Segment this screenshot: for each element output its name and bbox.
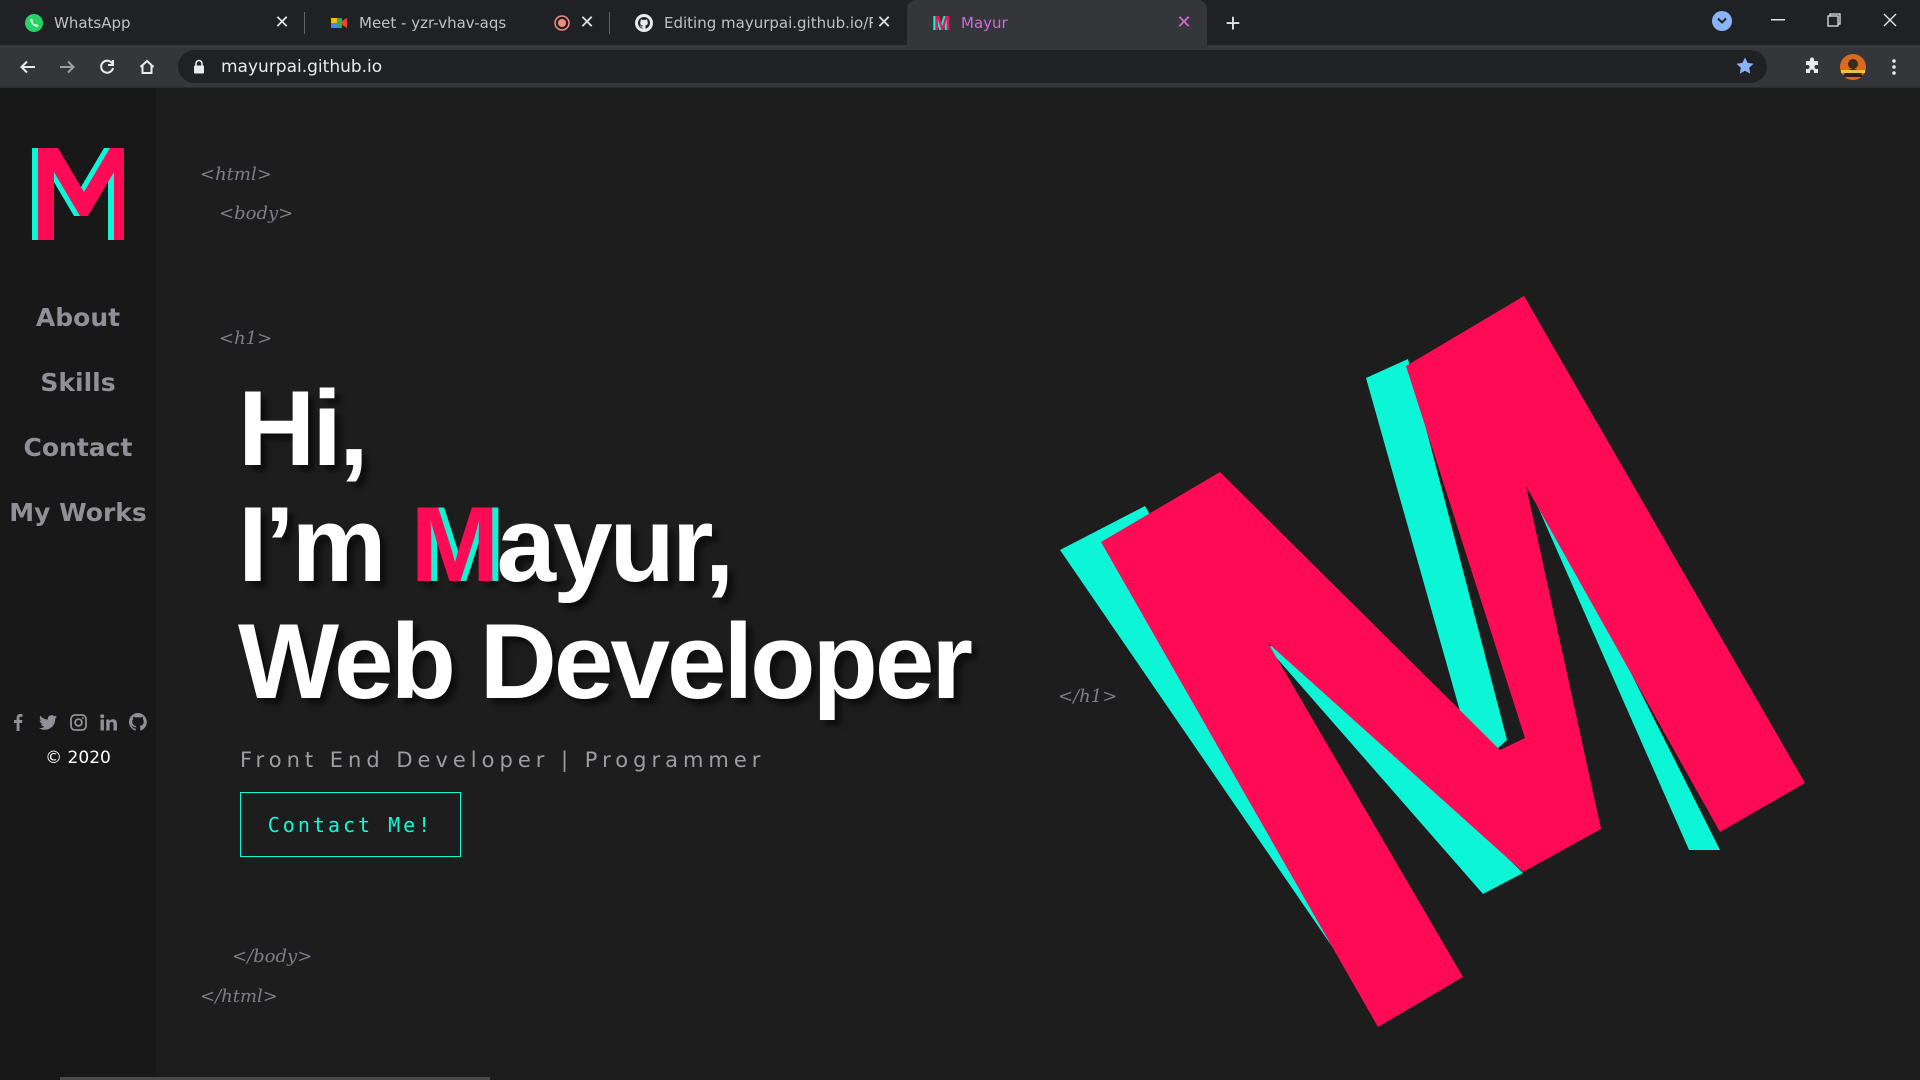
big-m-logo <box>1060 296 1805 1027</box>
tab-search-icon[interactable] <box>1712 11 1732 31</box>
html-open-tag: <html> <box>200 164 272 185</box>
html-close-tag: </html> <box>200 986 278 1007</box>
new-tab-button[interactable]: + <box>1218 8 1248 38</box>
whatsapp-icon <box>24 13 44 33</box>
lock-icon[interactable] <box>193 59 207 75</box>
nav-skills[interactable]: Skills <box>0 368 156 397</box>
hero-m-letter: M <box>410 484 499 604</box>
nav-my-works[interactable]: My Works <box>0 498 156 527</box>
avatar[interactable] <box>1838 52 1868 82</box>
sidebar: About Skills Contact My Works © 2020 <box>0 88 156 1080</box>
extensions-puzzle-icon[interactable] <box>1797 52 1827 82</box>
close-tab-icon[interactable]: ✕ <box>271 12 293 34</box>
site-logo[interactable] <box>32 148 124 240</box>
nav-contact[interactable]: Contact <box>0 433 156 462</box>
back-button[interactable] <box>13 52 43 82</box>
tab-whatsapp[interactable]: WhatsApp ✕ <box>0 0 305 45</box>
facebook-icon[interactable] <box>9 713 27 731</box>
hero-ayur: ayur, <box>496 484 734 604</box>
tab-meet[interactable]: Meet - yzr-vhav-aqs ✕ <box>305 0 610 45</box>
body-open-tag: <body> <box>219 203 294 224</box>
hero-subtitle: Front End Developer | Programmer <box>240 748 766 772</box>
tab-title: Editing mayurpai.github.io/READ <box>664 13 873 32</box>
home-button[interactable] <box>132 52 162 82</box>
linkedin-icon[interactable] <box>99 713 117 731</box>
twitter-icon[interactable] <box>39 713 57 731</box>
minimize-button[interactable] <box>1750 0 1806 40</box>
close-window-button[interactable] <box>1862 0 1918 40</box>
contact-me-button[interactable]: Contact Me! <box>240 792 461 857</box>
tab-title: WhatsApp <box>54 13 131 32</box>
h1-open-tag: <h1> <box>219 328 273 349</box>
close-tab-icon[interactable]: ✕ <box>1173 12 1195 34</box>
body-close-tag: </body> <box>232 946 313 967</box>
tab-github[interactable]: Editing mayurpai.github.io/READ ✕ <box>610 0 907 45</box>
more-menu-icon[interactable] <box>1879 52 1909 82</box>
tab-title: Mayur <box>961 13 1008 32</box>
github-icon[interactable] <box>129 713 147 731</box>
forward-button[interactable] <box>52 52 82 82</box>
close-tab-icon[interactable]: ✕ <box>873 12 895 34</box>
copyright-text: © 2020 <box>45 748 111 768</box>
hero-line-1: Hi, <box>238 368 369 488</box>
browser-toolbar: mayurpai.github.io <box>0 45 1920 88</box>
tab-mayur[interactable]: MM Mayur ✕ <box>907 0 1207 45</box>
nav-about[interactable]: About <box>0 303 156 332</box>
tab-title: Meet - yzr-vhav-aqs <box>359 13 507 32</box>
webpage: About Skills Contact My Works © 2020 <ht… <box>0 88 1920 1080</box>
mayur-m-icon: MM <box>931 13 951 33</box>
google-meet-icon <box>329 13 349 33</box>
bookmark-star-icon[interactable] <box>1735 56 1755 81</box>
browser-tab-strip: WhatsApp ✕ Meet - yzr-vhav-aqs ✕ Editing… <box>0 0 1920 45</box>
hero-im: I’m <box>238 484 411 604</box>
svg-text:M: M <box>934 13 951 33</box>
github-icon <box>634 13 654 33</box>
close-tab-icon[interactable]: ✕ <box>576 12 598 34</box>
reload-button[interactable] <box>92 52 122 82</box>
url-text: mayurpai.github.io <box>221 56 383 77</box>
address-bar[interactable]: mayurpai.github.io <box>178 50 1767 83</box>
hero-line-2: I’m Mayur, <box>238 491 734 598</box>
recording-icon <box>554 13 570 33</box>
instagram-icon[interactable] <box>69 713 87 731</box>
hero-line-3: Web Developer <box>238 601 973 721</box>
social-links <box>0 713 156 731</box>
restore-button[interactable] <box>1806 0 1862 40</box>
